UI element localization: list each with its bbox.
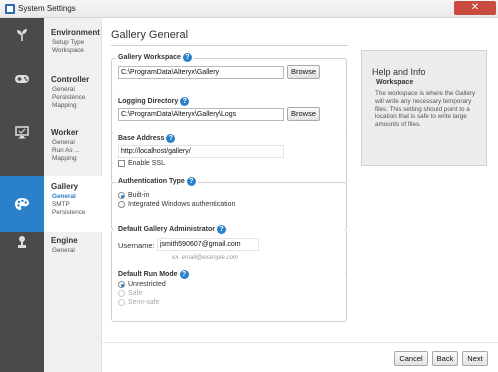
authentication-type-group: Authentication Type ? Built-in Integrate… (111, 177, 347, 230)
help-icon[interactable]: ? (166, 134, 176, 143)
menu-item-engine-general[interactable]: General (44, 247, 102, 255)
icon-bar (0, 18, 44, 372)
enable-ssl-label: Enable SSL (128, 160, 165, 167)
help-icon[interactable]: ? (180, 97, 190, 106)
menu-item-controller-general[interactable]: General (44, 86, 102, 94)
menu-item-controller-mapping[interactable]: Mapping (44, 102, 102, 110)
help-info-panel: Help and Info Workspace The workspace is… (361, 50, 487, 166)
palette-icon[interactable] (0, 176, 44, 232)
enable-ssl-checkbox[interactable] (118, 160, 125, 167)
base-address-input[interactable]: http://localhost/gallery/ (118, 145, 284, 158)
gallery-workspace-input[interactable]: C:\ProgramData\Alteryx\Gallery (118, 66, 284, 79)
help-body: The workspace is where the Gallery will … (375, 90, 476, 129)
built-in-radio[interactable] (118, 192, 125, 199)
menu-title-engine[interactable]: Engine (44, 236, 102, 245)
help-icon[interactable]: ? (186, 177, 196, 186)
footer-divider (102, 342, 498, 343)
authentication-type-label: Authentication Type (118, 178, 185, 185)
workspace-browse-button[interactable]: Browse (287, 65, 320, 79)
logging-browse-button[interactable]: Browse (287, 107, 320, 121)
run-mode-option-semi-safe[interactable]: Semi-safe (118, 299, 160, 306)
windows-auth-radio[interactable] (118, 201, 125, 208)
windows-auth-label: Integrated Windows authentication (128, 201, 236, 208)
main-content: Gallery General Gallery Workspace ? C:\P… (102, 18, 498, 372)
auth-option-built-in[interactable]: Built-in (118, 192, 149, 199)
semi-safe-label: Semi-safe (128, 299, 160, 306)
help-icon[interactable]: ? (179, 270, 189, 279)
menu-title-controller[interactable]: Controller (44, 75, 102, 84)
menu-item-worker-general[interactable]: General (44, 139, 102, 147)
cancel-button[interactable]: Cancel (394, 351, 428, 366)
built-in-label: Built-in (128, 192, 150, 199)
monitor-icon[interactable] (0, 121, 44, 143)
enable-ssl-option[interactable]: Enable SSL (118, 160, 165, 167)
menu-group-gallery: Gallery General SMTP Persistence (44, 176, 102, 232)
menu-item-worker-run-as[interactable]: Run As ... (44, 147, 102, 155)
menu-item-controller-persistence[interactable]: Persistence (44, 94, 102, 102)
title-bar: System Settings ✕ (0, 0, 498, 18)
menu-item-gallery-persistence[interactable]: Persistence (44, 209, 102, 217)
engine-icon[interactable] (0, 231, 44, 253)
menu-item-gallery-general[interactable]: General (44, 193, 102, 201)
username-input[interactable]: jsmith590607@gmail.com (157, 238, 259, 251)
semi-safe-radio[interactable] (118, 299, 125, 306)
safe-label: Safe (128, 290, 143, 297)
unrestricted-radio[interactable] (118, 281, 125, 288)
gamepad-icon[interactable] (0, 68, 44, 90)
menu-group-worker: Worker General Run As ... Mapping (44, 128, 102, 176)
auth-option-windows[interactable]: Integrated Windows authentication (118, 201, 235, 208)
run-mode-option-unrestricted[interactable]: Unrestricted (118, 281, 166, 288)
page-title: Gallery General (111, 29, 189, 41)
gallery-workspace-label: Gallery Workspace (118, 54, 181, 61)
window-title: System Settings (18, 4, 76, 13)
back-button[interactable]: Back (432, 351, 458, 366)
next-button[interactable]: Next (462, 351, 488, 366)
close-button[interactable]: ✕ (454, 1, 496, 15)
menu-item-workspace[interactable]: Workspace (44, 47, 102, 55)
help-icon[interactable]: ? (182, 53, 192, 62)
default-run-mode-label: Default Run Mode (118, 271, 178, 278)
title-divider (111, 45, 348, 46)
menu-group-engine: Engine General (44, 236, 102, 264)
menu-item-worker-mapping[interactable]: Mapping (44, 155, 102, 163)
help-subtitle: Workspace (376, 79, 414, 86)
logging-directory-input[interactable]: C:\ProgramData\Alteryx\Gallery\Logs (118, 108, 284, 121)
menu-title-worker[interactable]: Worker (44, 128, 102, 137)
username-hint: ex. email@example.com (172, 255, 238, 261)
settings-menu: Environment Setup Type Workspace Control… (44, 18, 102, 372)
safe-radio[interactable] (118, 290, 125, 297)
username-label: Username: (118, 241, 155, 250)
menu-group-environment: Environment Setup Type Workspace (44, 28, 102, 68)
menu-group-controller: Controller General Persistence Mapping (44, 75, 102, 123)
app-icon (5, 4, 15, 14)
default-admin-label: Default Gallery Administrator (118, 226, 215, 233)
help-icon[interactable]: ? (217, 225, 226, 234)
run-mode-option-safe[interactable]: Safe (118, 290, 142, 297)
base-address-label: Base Address (118, 135, 165, 142)
system-settings-window: System Settings ✕ Environment Setup Type… (0, 0, 498, 372)
unrestricted-label: Unrestricted (128, 281, 166, 288)
menu-item-setup-type[interactable]: Setup Type (44, 39, 102, 47)
default-run-mode-group: Default Run Mode ? Unrestricted Safe Sem… (111, 270, 347, 322)
sprout-icon[interactable] (0, 24, 44, 46)
help-title: Help and Info (372, 67, 426, 77)
menu-item-gallery-smtp[interactable]: SMTP (44, 201, 102, 209)
logging-directory-label: Logging Directory (118, 98, 179, 105)
menu-title-environment[interactable]: Environment (44, 28, 102, 37)
menu-title-gallery[interactable]: Gallery (44, 182, 102, 191)
